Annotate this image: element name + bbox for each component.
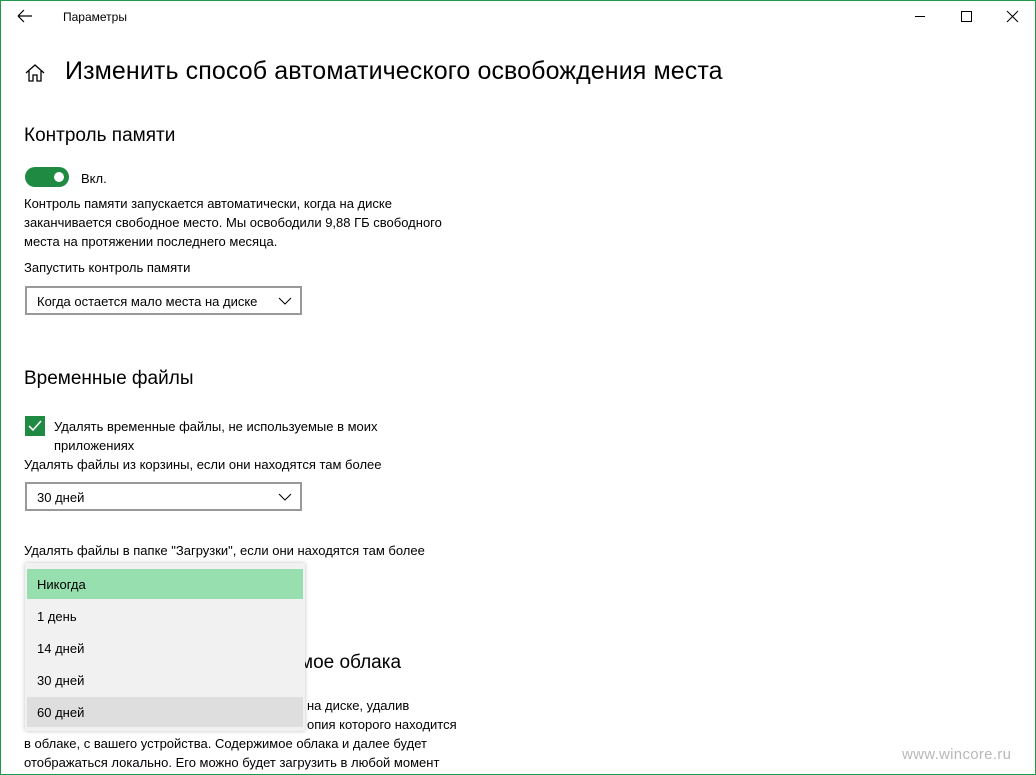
maximize-button[interactable] [943, 0, 989, 33]
run-storage-sense-select[interactable]: Когда остается мало места на диске [25, 286, 302, 315]
storage-sense-toggle[interactable] [25, 167, 69, 187]
select-value: 30 дней [37, 490, 85, 505]
option-label: Никогда [37, 577, 86, 592]
window-title: Параметры [63, 10, 127, 24]
delete-temp-files-checkbox[interactable] [25, 416, 45, 436]
storage-sense-description: Контроль памяти запускается автоматическ… [24, 194, 442, 251]
chevron-down-icon [278, 493, 292, 501]
label-line: приложениях [54, 438, 135, 453]
option-label: 30 дней [37, 673, 85, 688]
dropdown-option-14-days[interactable]: 14 дней [27, 633, 303, 663]
back-arrow-icon [17, 9, 32, 23]
checkmark-icon [28, 420, 42, 432]
option-label: 14 дней [37, 641, 85, 656]
toggle-label: Вкл. [81, 171, 107, 186]
close-icon [1006, 10, 1019, 23]
page-title: Изменить способ автоматического освобожд… [65, 57, 723, 85]
home-icon [25, 64, 45, 82]
dropdown-option-never[interactable]: Никогда [27, 569, 303, 599]
back-button[interactable] [14, 6, 36, 26]
title-bar: Параметры [0, 0, 1036, 33]
close-button[interactable] [989, 0, 1035, 33]
cloud-text-line: опия которого находится [307, 717, 457, 732]
minimize-icon [915, 16, 925, 17]
select-value: Когда остается мало места на диске [37, 294, 258, 309]
recycle-bin-label: Удалять файлы из корзины, если они наход… [24, 457, 382, 472]
recycle-bin-select[interactable]: 30 дней [25, 482, 302, 511]
label-line: Удалять временные файлы, не используемые… [54, 419, 378, 434]
option-label: 1 день [37, 609, 77, 624]
run-storage-sense-label: Запустить контроль памяти [24, 260, 191, 275]
description-line: заканчивается свободное место. Мы освобо… [24, 215, 442, 230]
watermark: www.wincore.ru [902, 746, 1012, 763]
downloads-dropdown-list: Никогда 1 день 14 дней 30 дней 60 дней [25, 563, 305, 731]
description-line: Контроль памяти запускается автоматическ… [24, 196, 392, 211]
home-button[interactable] [24, 62, 46, 84]
chevron-down-icon [278, 297, 292, 305]
cloud-text-line: отображаться локально. Его можно будет з… [24, 755, 440, 770]
toggle-knob [54, 172, 64, 182]
dropdown-option-1-day[interactable]: 1 день [27, 601, 303, 631]
downloads-label: Удалять файлы в папке "Загрузки", если о… [24, 543, 425, 558]
maximize-icon [961, 11, 972, 22]
temp-files-heading: Временные файлы [24, 368, 194, 389]
dropdown-option-60-days[interactable]: 60 дней [27, 697, 303, 727]
option-label: 60 дней [37, 705, 85, 720]
cloud-text-line: на диске, удалив [307, 698, 410, 713]
storage-sense-heading: Контроль памяти [24, 125, 176, 146]
cloud-content-heading: мое облака [300, 652, 402, 673]
minimize-button[interactable] [897, 0, 943, 33]
description-line: места на протяжении последнего месяца. [24, 234, 278, 249]
cloud-text-line: в облаке, с вашего устройства. Содержимо… [24, 736, 427, 751]
dropdown-option-30-days[interactable]: 30 дней [27, 665, 303, 695]
delete-temp-files-label: Удалять временные файлы, не используемые… [54, 417, 414, 455]
